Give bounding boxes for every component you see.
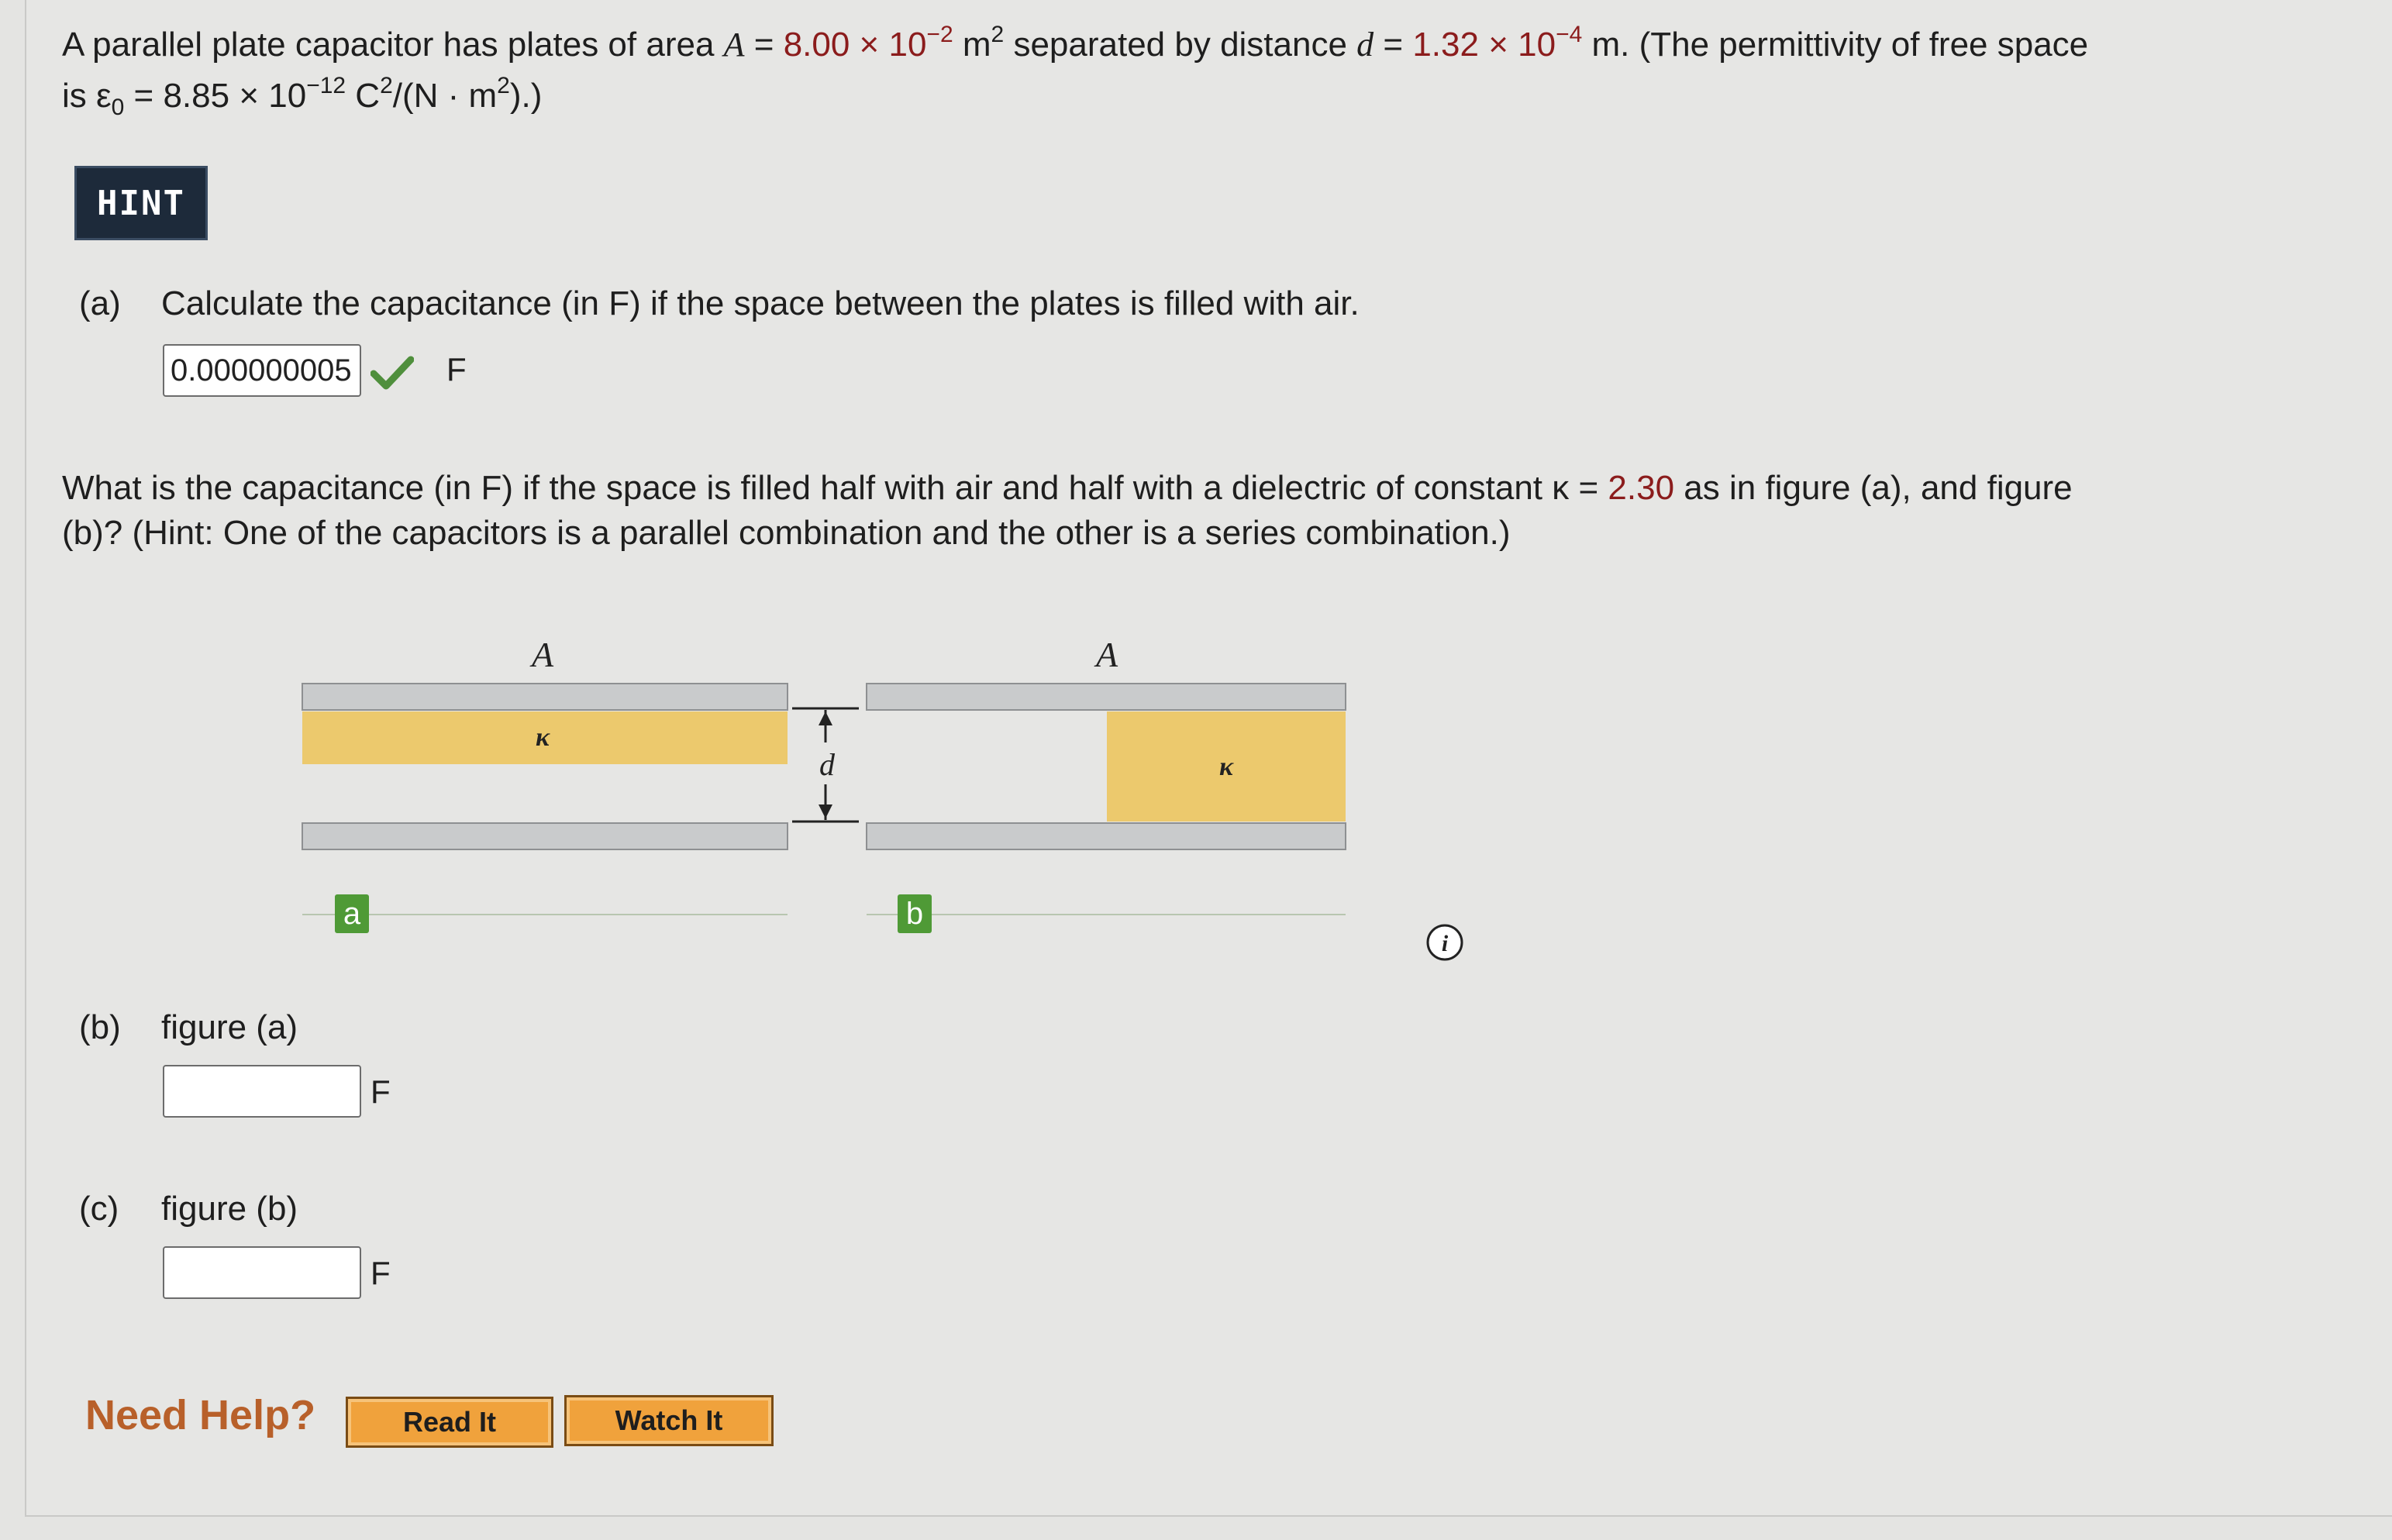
- part-b-answer-field[interactable]: [163, 1065, 361, 1118]
- figure-a-area-label: A: [529, 635, 554, 674]
- question2-line-2: (b)? (Hint: One of the capacitors is a p…: [62, 514, 1511, 552]
- figure-b: A κ: [866, 635, 1346, 915]
- figure-b-top-plate: [866, 683, 1346, 711]
- hint-button[interactable]: HINT: [74, 166, 208, 240]
- figure-a-kappa-label: κ: [536, 723, 550, 752]
- info-icon[interactable]: i: [1425, 922, 1465, 963]
- figure-b-kappa-label: κ: [1219, 753, 1234, 781]
- watch-it-button[interactable]: Watch It: [564, 1395, 774, 1446]
- distance-label: d: [819, 747, 836, 782]
- figure-a-top-plate: [302, 683, 788, 711]
- part-b-label: (b): [79, 1008, 121, 1046]
- part-b-unit: F: [371, 1073, 391, 1110]
- problem-line-1: A parallel plate capacitor has plates of…: [62, 22, 2089, 64]
- figure-a-bottom-plate: [302, 822, 788, 850]
- part-a-label: (a): [79, 284, 121, 322]
- figure-b-bottom-plate: [866, 822, 1346, 850]
- part-c-text: figure (b): [161, 1190, 298, 1228]
- figure-b-label: b: [898, 894, 932, 933]
- part-a-unit: F: [446, 351, 467, 388]
- svg-text:i: i: [1442, 931, 1449, 956]
- part-a-answer-field[interactable]: 0.000000005: [163, 344, 361, 397]
- part-c-unit: F: [371, 1255, 391, 1291]
- figure-b-area-label: A: [1094, 635, 1118, 674]
- capacitor-figure: A κ d A κ: [302, 635, 1346, 915]
- check-icon: [371, 356, 414, 390]
- part-b-text: figure (a): [161, 1008, 298, 1046]
- figure-a: A κ: [302, 635, 788, 915]
- figure-a-label: a: [335, 894, 369, 933]
- need-help-label: Need Help?: [85, 1392, 316, 1438]
- read-it-button[interactable]: Read It: [346, 1397, 553, 1448]
- question2-line-1: What is the capacitance (in F) if the sp…: [62, 469, 2073, 507]
- problem-line-2: is ε0 = 8.85 × 10−12 C2/(N · m2).): [62, 73, 543, 120]
- part-a-question: Calculate the capacitance (in F) if the …: [161, 284, 1360, 322]
- part-c-label: (c): [79, 1190, 119, 1228]
- part-c-answer-field[interactable]: [163, 1246, 361, 1299]
- distance-marker: d: [792, 707, 859, 823]
